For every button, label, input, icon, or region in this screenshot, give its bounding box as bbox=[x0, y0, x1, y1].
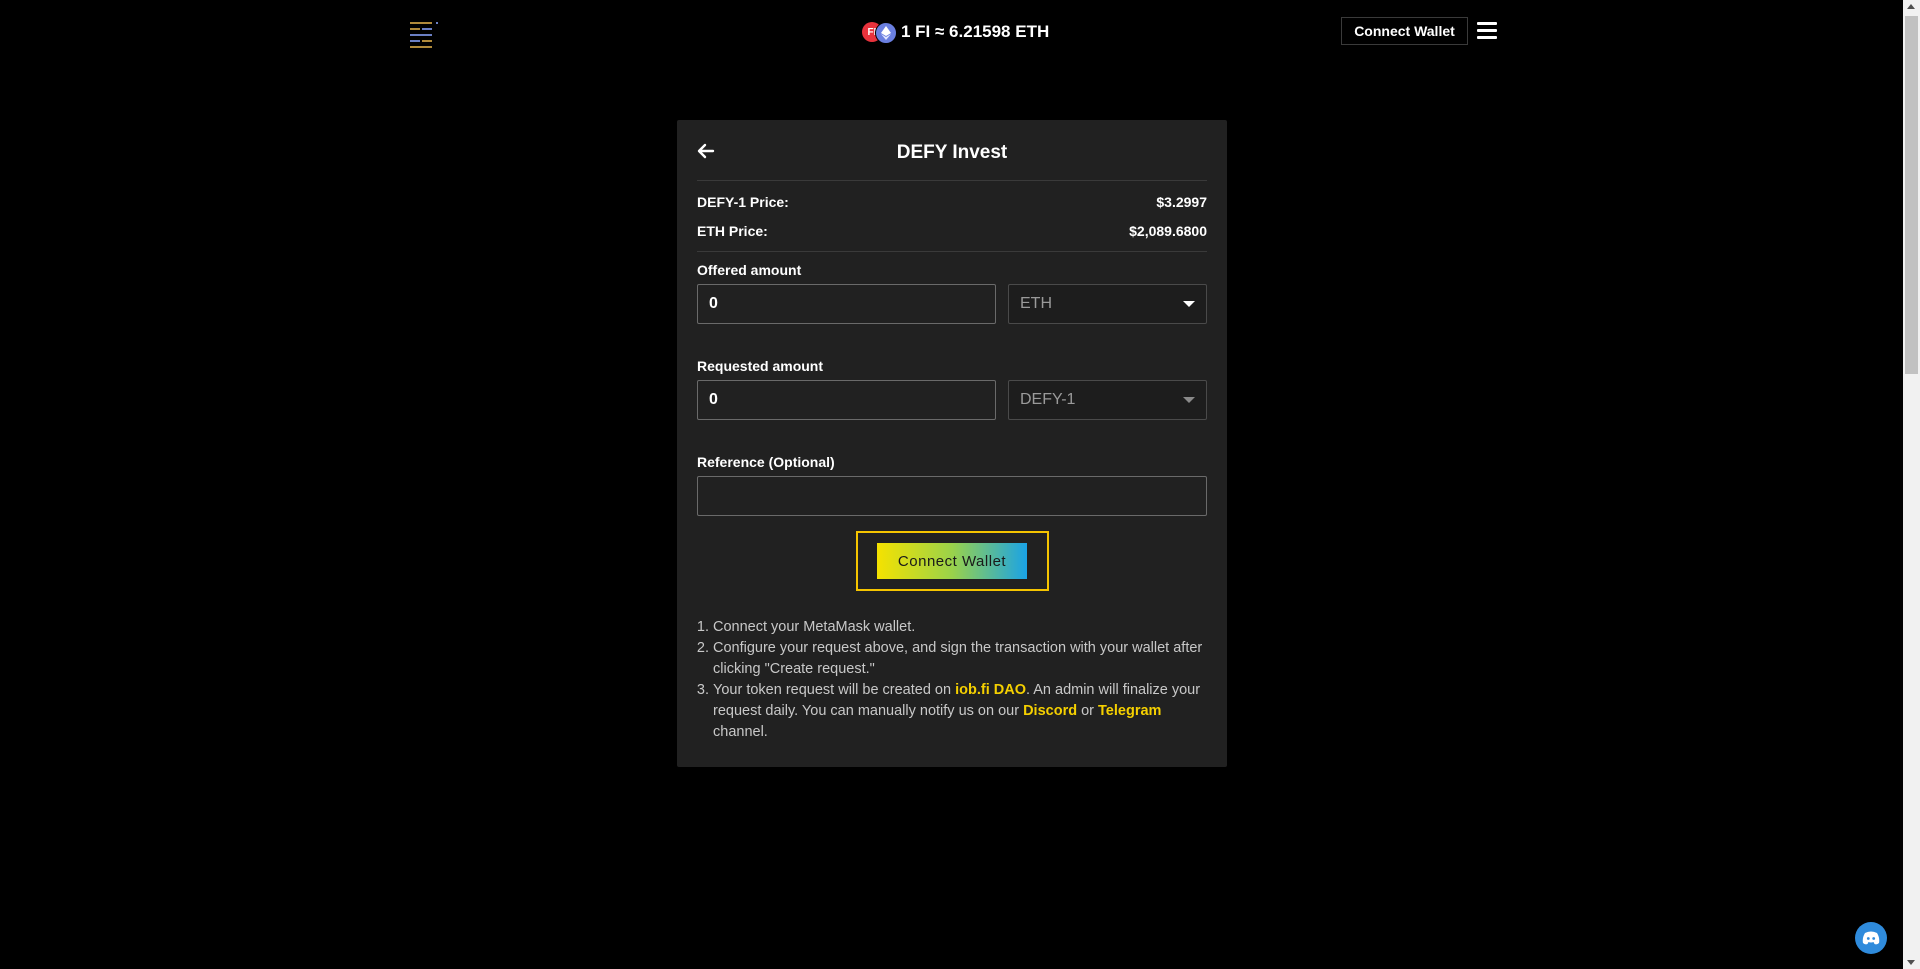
step-text: Configure your request above, and sign t… bbox=[713, 640, 1203, 677]
scroll-down-arrow-icon[interactable] bbox=[1907, 960, 1915, 965]
requested-amount-input[interactable]: 0 bbox=[697, 380, 996, 420]
instructions-list: Connect your MetaMask wallet. Configure … bbox=[697, 617, 1207, 743]
caret-down-icon bbox=[1183, 397, 1195, 403]
scrollbar-thumb[interactable] bbox=[1905, 16, 1918, 374]
offered-token-value: ETH bbox=[1020, 295, 1052, 312]
step-text: channel. bbox=[713, 724, 768, 740]
reference-row bbox=[697, 476, 1207, 516]
logo-icon[interactable] bbox=[410, 20, 444, 50]
list-item: Configure your request above, and sign t… bbox=[713, 638, 1207, 680]
requested-token-value: DEFY-1 bbox=[1020, 391, 1076, 408]
header-connect-wallet-button[interactable]: Connect Wallet bbox=[1341, 17, 1468, 45]
hamburger-menu-icon[interactable] bbox=[1477, 22, 1497, 42]
requested-token-select[interactable]: DEFY-1 bbox=[1008, 380, 1207, 420]
list-item: Connect your MetaMask wallet. bbox=[713, 617, 1207, 638]
requested-row: 0 DEFY-1 bbox=[697, 380, 1207, 420]
discord-icon[interactable] bbox=[1855, 922, 1887, 954]
offered-amount-input[interactable]: 0 bbox=[697, 284, 996, 324]
invest-card: DEFY Invest DEFY-1 Price: $3.2997 ETH Pr… bbox=[677, 120, 1227, 767]
price-label: DEFY-1 Price: bbox=[697, 193, 789, 210]
card-header: DEFY Invest bbox=[697, 120, 1207, 181]
scroll-up-arrow-icon[interactable] bbox=[1907, 4, 1915, 9]
connect-wallet-focus-ring: Connect Wallet bbox=[855, 531, 1049, 591]
coin-pair: FI bbox=[862, 22, 897, 44]
requested-amount-label: Requested amount bbox=[697, 358, 824, 374]
price-value: $2,089.6800 bbox=[1129, 222, 1207, 239]
scrollbar[interactable] bbox=[1903, 0, 1920, 969]
price-row-defy: DEFY-1 Price: $3.2997 bbox=[697, 187, 1207, 216]
step-text: or bbox=[1077, 703, 1099, 719]
reference-input[interactable] bbox=[697, 476, 1207, 516]
offered-row: 0 ETH bbox=[697, 284, 1207, 324]
price-list: DEFY-1 Price: $3.2997 ETH Price: $2,089.… bbox=[697, 181, 1207, 252]
page-title: DEFY Invest bbox=[896, 142, 1008, 163]
reference-label: Reference (Optional) bbox=[697, 454, 835, 470]
caret-down-icon bbox=[1183, 301, 1195, 307]
discord-link[interactable]: Discord bbox=[1023, 703, 1077, 719]
exchange-rate: FI 1 FI ≈ 6.21598 ETH bbox=[862, 20, 1049, 44]
price-row-eth: ETH Price: $2,089.6800 bbox=[697, 216, 1207, 245]
price-label: ETH Price: bbox=[697, 222, 768, 239]
offered-token-select[interactable]: ETH bbox=[1008, 284, 1207, 324]
step-text: Connect your MetaMask wallet. bbox=[713, 619, 916, 635]
rate-text: 1 FI ≈ 6.21598 ETH bbox=[901, 22, 1050, 41]
offered-amount-label: Offered amount bbox=[697, 262, 802, 278]
list-item: Your token request will be created on io… bbox=[713, 680, 1207, 743]
step-text: Your token request will be created on bbox=[713, 682, 956, 698]
telegram-link[interactable]: Telegram bbox=[1098, 703, 1161, 719]
eth-coin-icon bbox=[875, 22, 897, 44]
iobfi-dao-link[interactable]: iob.fi DAO bbox=[955, 682, 1026, 698]
price-value: $3.2997 bbox=[1156, 193, 1207, 210]
connect-wallet-button[interactable]: Connect Wallet bbox=[877, 543, 1027, 579]
